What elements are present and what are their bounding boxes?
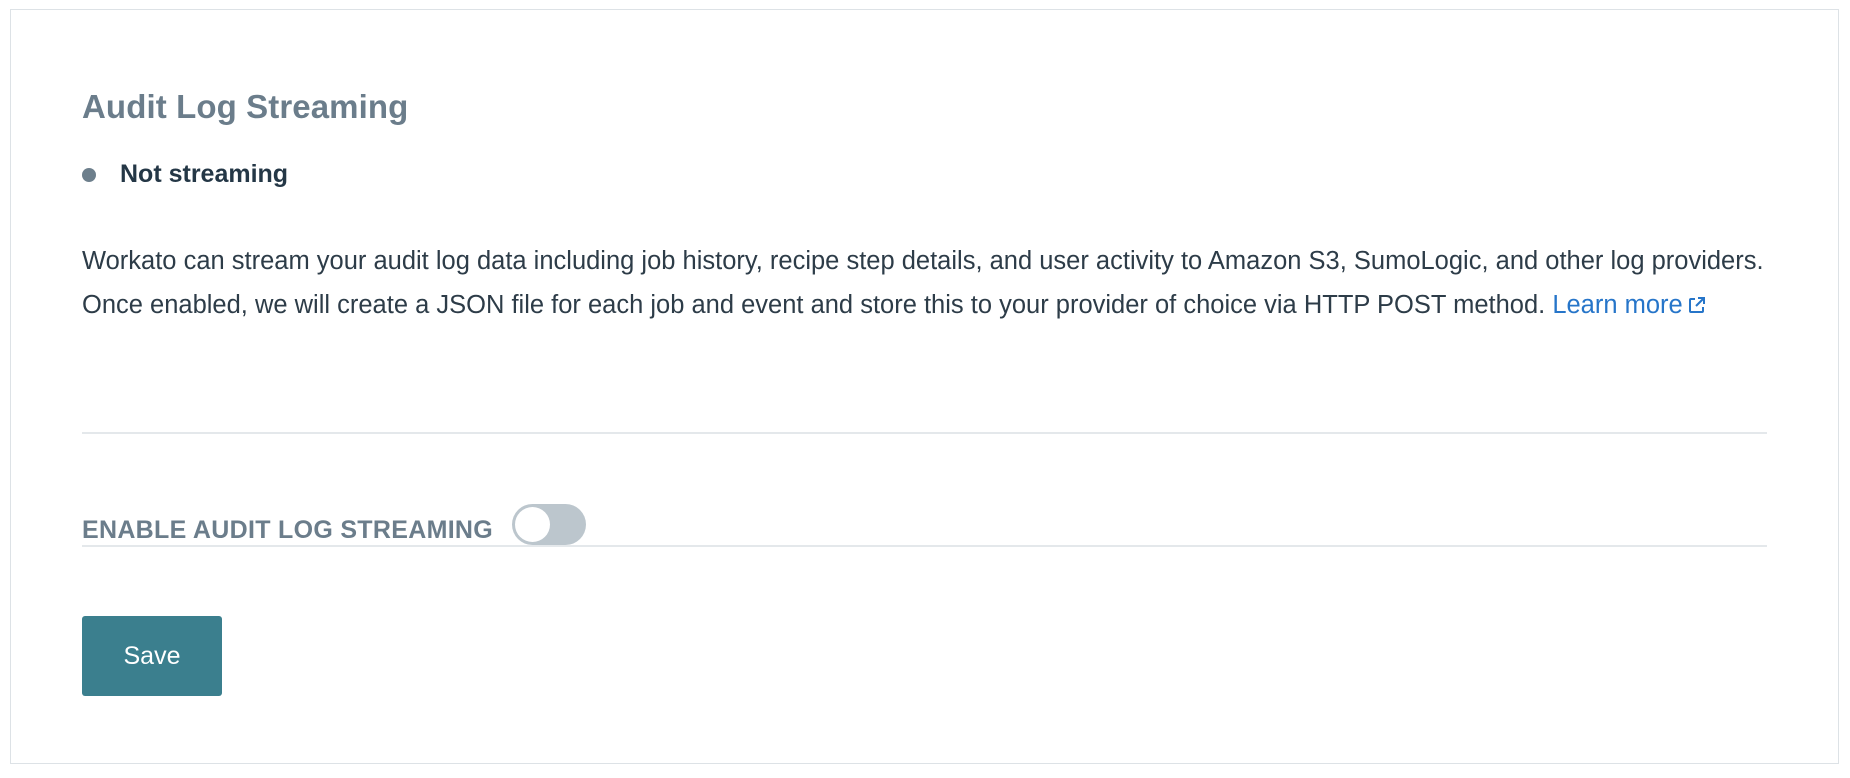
description-text: Workato can stream your audit log data i… <box>82 247 1764 319</box>
status-label: Not streaming <box>120 160 289 188</box>
enable-streaming-row: ENABLE AUDIT LOG STREAMING <box>82 504 1767 547</box>
enable-streaming-toggle[interactable] <box>512 504 586 545</box>
enable-streaming-label: ENABLE AUDIT LOG STREAMING <box>82 516 494 544</box>
card-content: Audit Log Streaming Not streaming Workat… <box>82 10 1767 763</box>
learn-more-link[interactable]: Learn more <box>1552 291 1706 319</box>
save-button[interactable]: Save <box>82 616 222 696</box>
status-dot-icon <box>82 167 96 182</box>
learn-more-label: Learn more <box>1552 291 1683 319</box>
toggle-knob <box>515 507 550 542</box>
section-title: Audit Log Streaming <box>82 88 409 125</box>
streaming-status: Not streaming <box>82 160 288 189</box>
audit-log-streaming-card: Audit Log Streaming Not streaming Workat… <box>10 9 1839 764</box>
external-link-icon <box>1688 297 1705 313</box>
description-paragraph: Workato can stream your audit log data i… <box>82 239 1767 327</box>
section-divider <box>82 432 1767 434</box>
